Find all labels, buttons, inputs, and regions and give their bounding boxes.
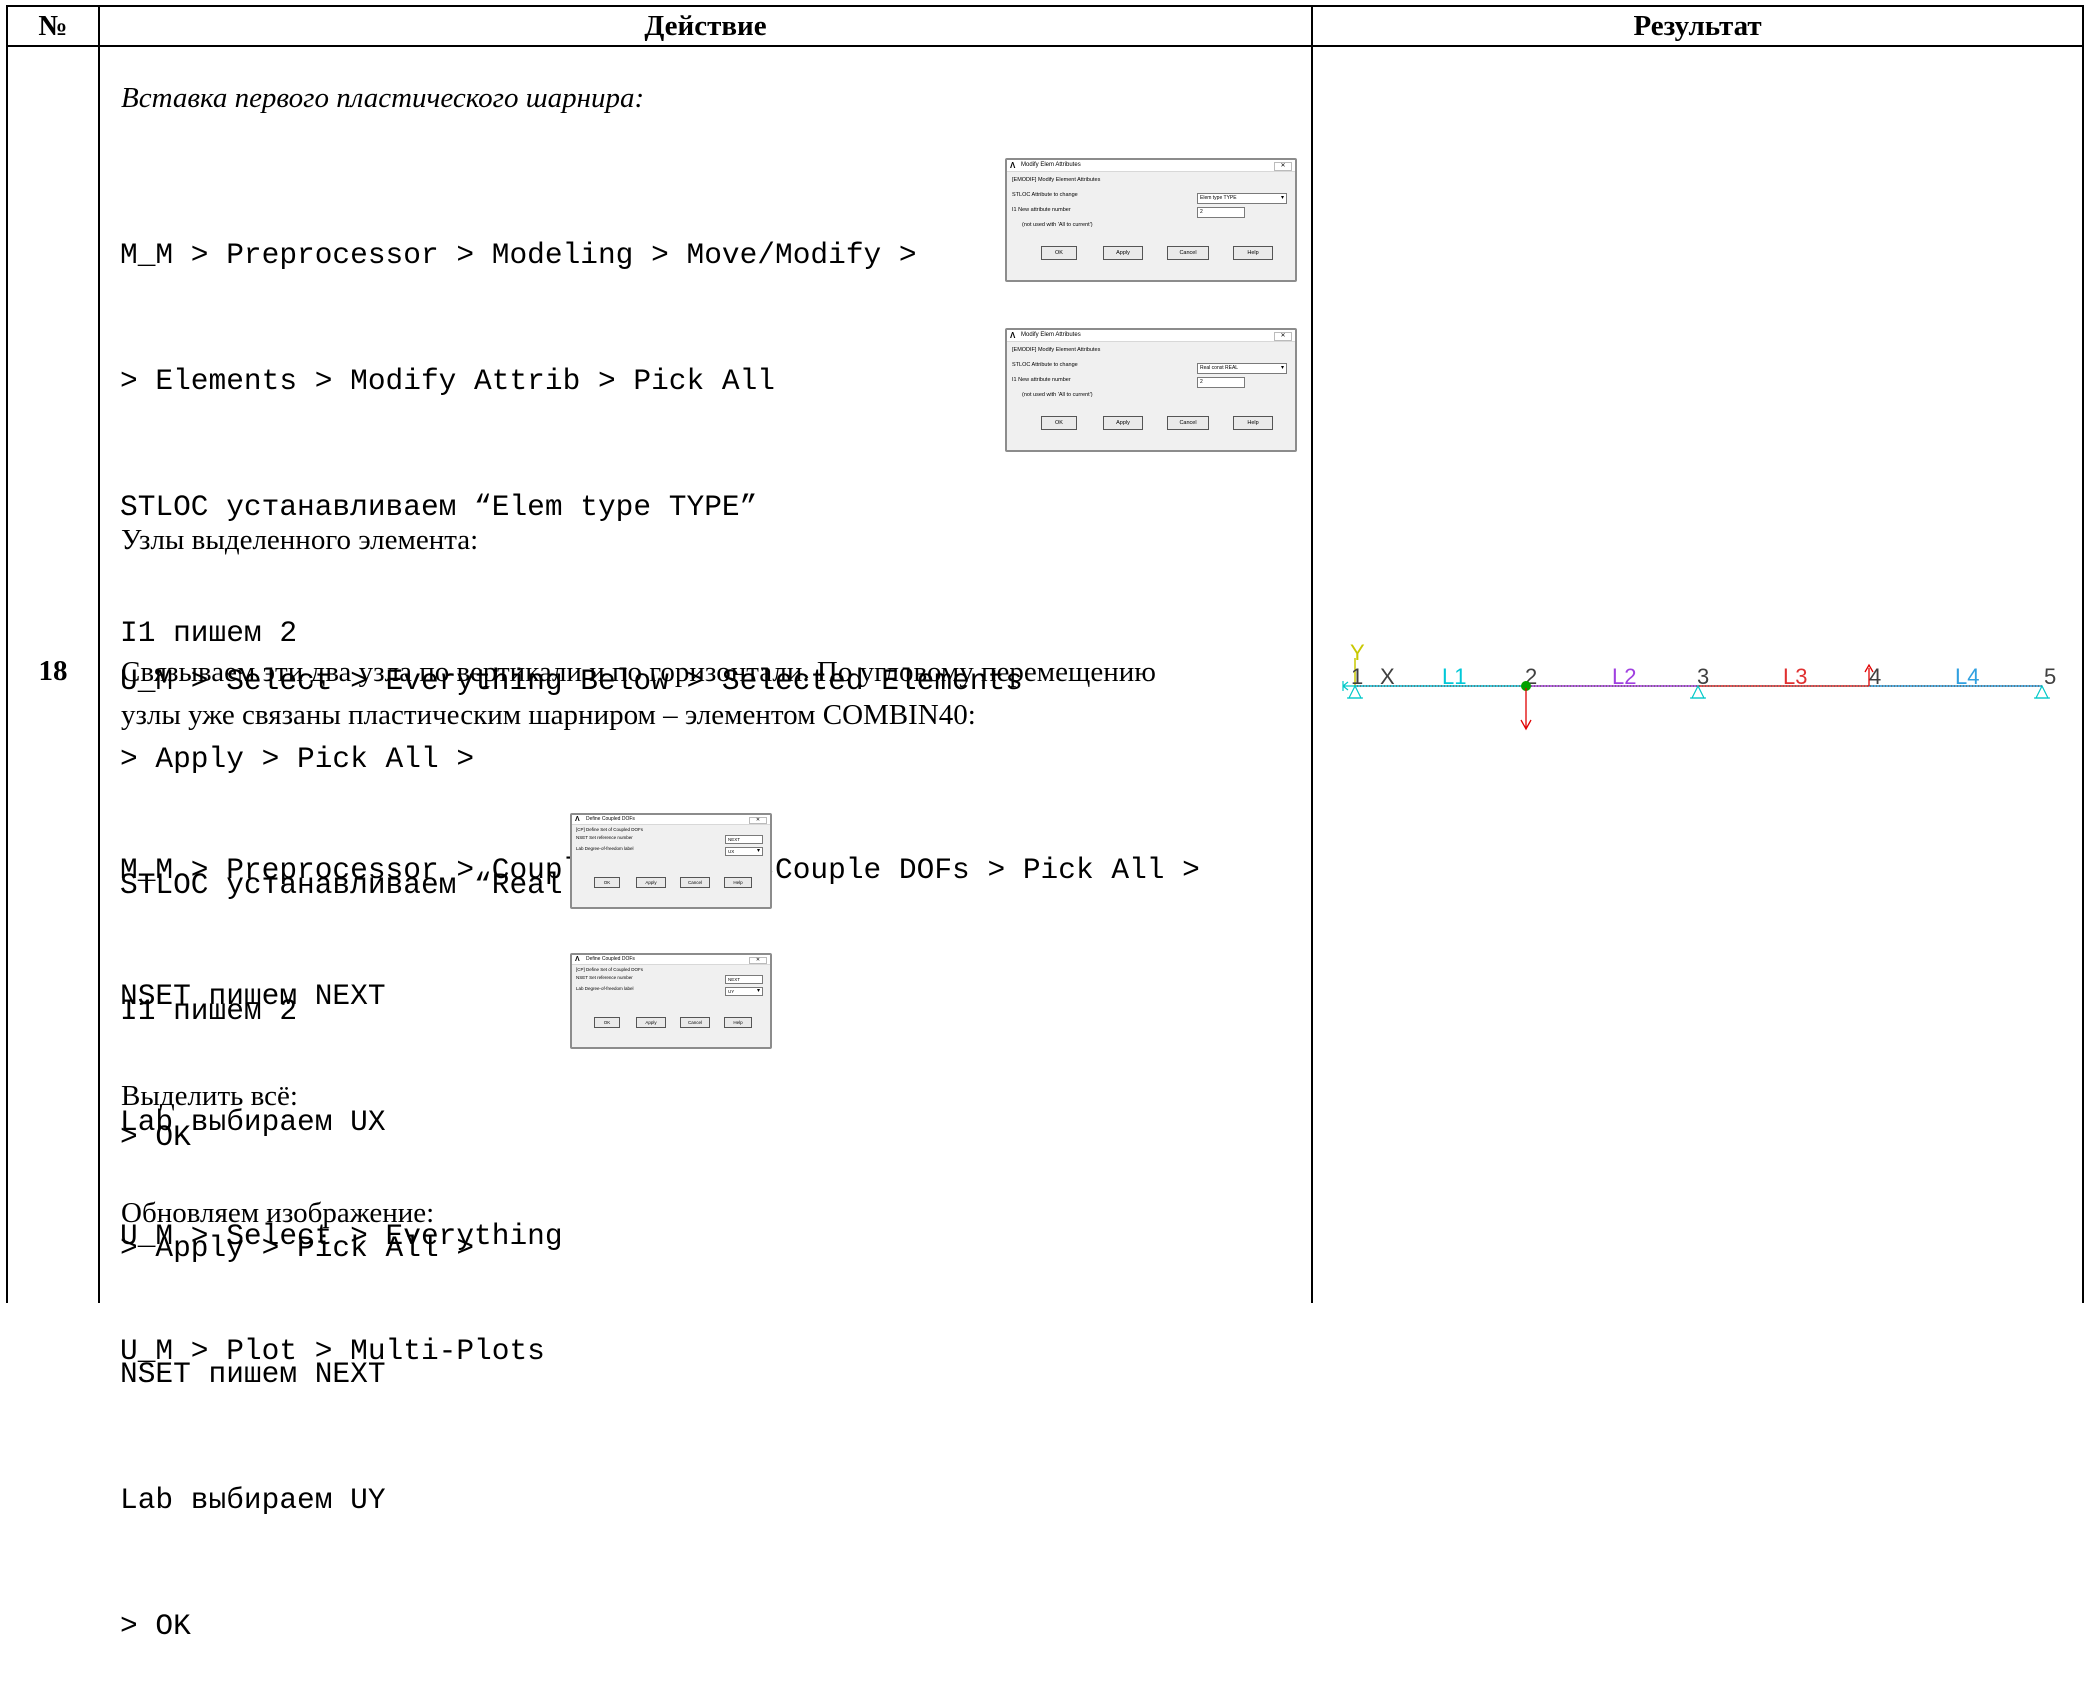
code-line: U_M > Plot > Multi-Plots xyxy=(120,1334,545,1368)
stloc-label: STLOC Attribute to change xyxy=(1012,362,1078,368)
code-line: > Elements > Modify Attrib > Pick All xyxy=(120,364,776,398)
define-coupled-dofs-dialog-ux: Λ Define Coupled DOFs ✕ [CP] Define Set … xyxy=(570,813,772,909)
ok-button[interactable]: OK xyxy=(1041,416,1077,430)
ok-button[interactable]: OK xyxy=(594,877,620,888)
dialog-title: Define Coupled DOFs xyxy=(586,816,635,822)
dialog-titlebar: Λ Modify Elem Attributes ✕ xyxy=(1007,160,1295,172)
load-arrow-icon xyxy=(1520,688,1532,731)
dialog-title: Define Coupled DOFs xyxy=(586,956,635,962)
dialog-title: Modify Elem Attributes xyxy=(1021,162,1081,168)
line-label-l2: L2 xyxy=(1612,664,1636,689)
dialog-titlebar: Λ Define Coupled DOFs ✕ xyxy=(572,815,770,825)
text-line: Связываем эти два узла по вертикали и по… xyxy=(121,656,1156,688)
help-button[interactable]: Help xyxy=(1233,246,1273,260)
ok-button[interactable]: OK xyxy=(594,1017,620,1028)
header-result: Результат xyxy=(1633,9,1762,42)
help-button[interactable]: Help xyxy=(1233,416,1273,430)
line-label-l1: L1 xyxy=(1442,664,1466,689)
i1-label: I1 New attribute number xyxy=(1012,207,1071,213)
refresh-heading: Обновляем изображение: xyxy=(121,1197,435,1229)
stloc-select[interactable]: Real const REAL xyxy=(1197,363,1287,374)
modify-elem-attributes-dialog-type: Λ Modify Elem Attributes ✕ [EMODIF] Modi… xyxy=(1005,158,1297,282)
code-line: > OK xyxy=(120,1609,191,1643)
close-icon[interactable]: ✕ xyxy=(1274,162,1292,171)
apply-button[interactable]: Apply xyxy=(636,1017,666,1028)
cancel-button[interactable]: Cancel xyxy=(1167,416,1209,430)
stloc-select[interactable]: Elem type TYPE xyxy=(1197,193,1287,204)
ansys-logo-icon: Λ xyxy=(1010,331,1016,340)
node-label-1: 1 xyxy=(1351,664,1363,689)
row-number: 18 xyxy=(38,655,68,687)
nset-label: NSET Set reference number xyxy=(576,975,633,980)
node-label-3: 3 xyxy=(1697,664,1709,689)
help-button[interactable]: Help xyxy=(724,877,752,888)
i1-input[interactable]: 2 xyxy=(1197,377,1245,388)
nset-input[interactable]: NEXT xyxy=(725,975,763,984)
code-line: M_M > Preprocessor > Modeling > Move/Mod… xyxy=(120,238,917,272)
dialog-subtitle: [CP] Define Set of Coupled DOFs xyxy=(576,827,644,832)
apply-button[interactable]: Apply xyxy=(636,877,666,888)
header-num: № xyxy=(38,9,68,42)
beam-model-plot: Y X 1 2 3 4 5 L1 L2 L3 L4 xyxy=(1342,640,2056,731)
dialog-title: Modify Elem Attributes xyxy=(1021,332,1081,338)
code-line: Lab выбираем UY xyxy=(120,1483,386,1517)
lab-label: Lab Degree-of-freedom label xyxy=(576,986,634,991)
ansys-logo-icon: Λ xyxy=(575,816,580,823)
define-coupled-dofs-dialog-uy: Λ Define Coupled DOFs ✕ [CP] Define Set … xyxy=(570,953,772,1049)
apply-button[interactable]: Apply xyxy=(1103,416,1143,430)
line-label-l4: L4 xyxy=(1955,664,1979,689)
lab-select[interactable]: UX xyxy=(725,847,763,856)
nset-input[interactable]: NEXT xyxy=(725,835,763,844)
close-icon[interactable]: ✕ xyxy=(1274,332,1292,341)
ansys-logo-icon: Λ xyxy=(575,956,580,963)
dialog-titlebar: Λ Modify Elem Attributes ✕ xyxy=(1007,330,1295,342)
table-col-separator-1 xyxy=(98,5,100,1303)
lab-select[interactable]: UY xyxy=(725,987,763,996)
table-left-border xyxy=(6,5,8,1303)
i1-label: I1 New attribute number xyxy=(1012,377,1071,383)
node-label-5: 5 xyxy=(2044,664,2056,689)
stloc-label: STLOC Attribute to change xyxy=(1012,192,1078,198)
y-axis-label: Y xyxy=(1350,640,1365,665)
select-all-heading: Выделить всё: xyxy=(121,1080,298,1112)
cancel-button[interactable]: Cancel xyxy=(680,877,710,888)
nodes-heading: Узлы выделенного элемента: xyxy=(121,524,479,556)
dialog-subtitle: [EMODIF] Modify Element Attributes xyxy=(1012,347,1101,353)
header-action: Действие xyxy=(644,9,767,42)
dialog-titlebar: Λ Define Coupled DOFs ✕ xyxy=(572,955,770,965)
apply-button[interactable]: Apply xyxy=(1103,246,1143,260)
dialog-subtitle: [CP] Define Set of Coupled DOFs xyxy=(576,967,644,972)
text-line: узлы уже связаны пластическим шарниром –… xyxy=(121,699,976,731)
line-label-l3: L3 xyxy=(1783,664,1807,689)
coupling-description: Связываем эти два узла по вертикали и по… xyxy=(121,651,1156,737)
close-icon[interactable]: ✕ xyxy=(749,957,767,964)
close-icon[interactable]: ✕ xyxy=(749,817,767,824)
modify-elem-attributes-dialog-real: Λ Modify Elem Attributes ✕ [EMODIF] Modi… xyxy=(1005,328,1297,452)
dialog-note: (not used with 'All to current') xyxy=(1022,222,1093,228)
ok-button[interactable]: OK xyxy=(1041,246,1077,260)
ansys-logo-icon: Λ xyxy=(1010,161,1016,170)
i1-input[interactable]: 2 xyxy=(1197,207,1245,218)
dialog-note: (not used with 'All to current') xyxy=(1022,392,1093,398)
multi-plots-command: U_M > Plot > Multi-Plots xyxy=(120,1246,545,1414)
table-right-border xyxy=(2082,5,2084,1303)
step-heading: Вставка первого пластического шарнира: xyxy=(121,82,645,114)
cancel-button[interactable]: Cancel xyxy=(1167,246,1209,260)
lab-label: Lab Degree-of-freedom label xyxy=(576,846,634,851)
nset-label: NSET Set reference number xyxy=(576,835,633,840)
dialog-subtitle: [EMODIF] Modify Element Attributes xyxy=(1012,177,1101,183)
cancel-button[interactable]: Cancel xyxy=(680,1017,710,1028)
help-button[interactable]: Help xyxy=(724,1017,752,1028)
